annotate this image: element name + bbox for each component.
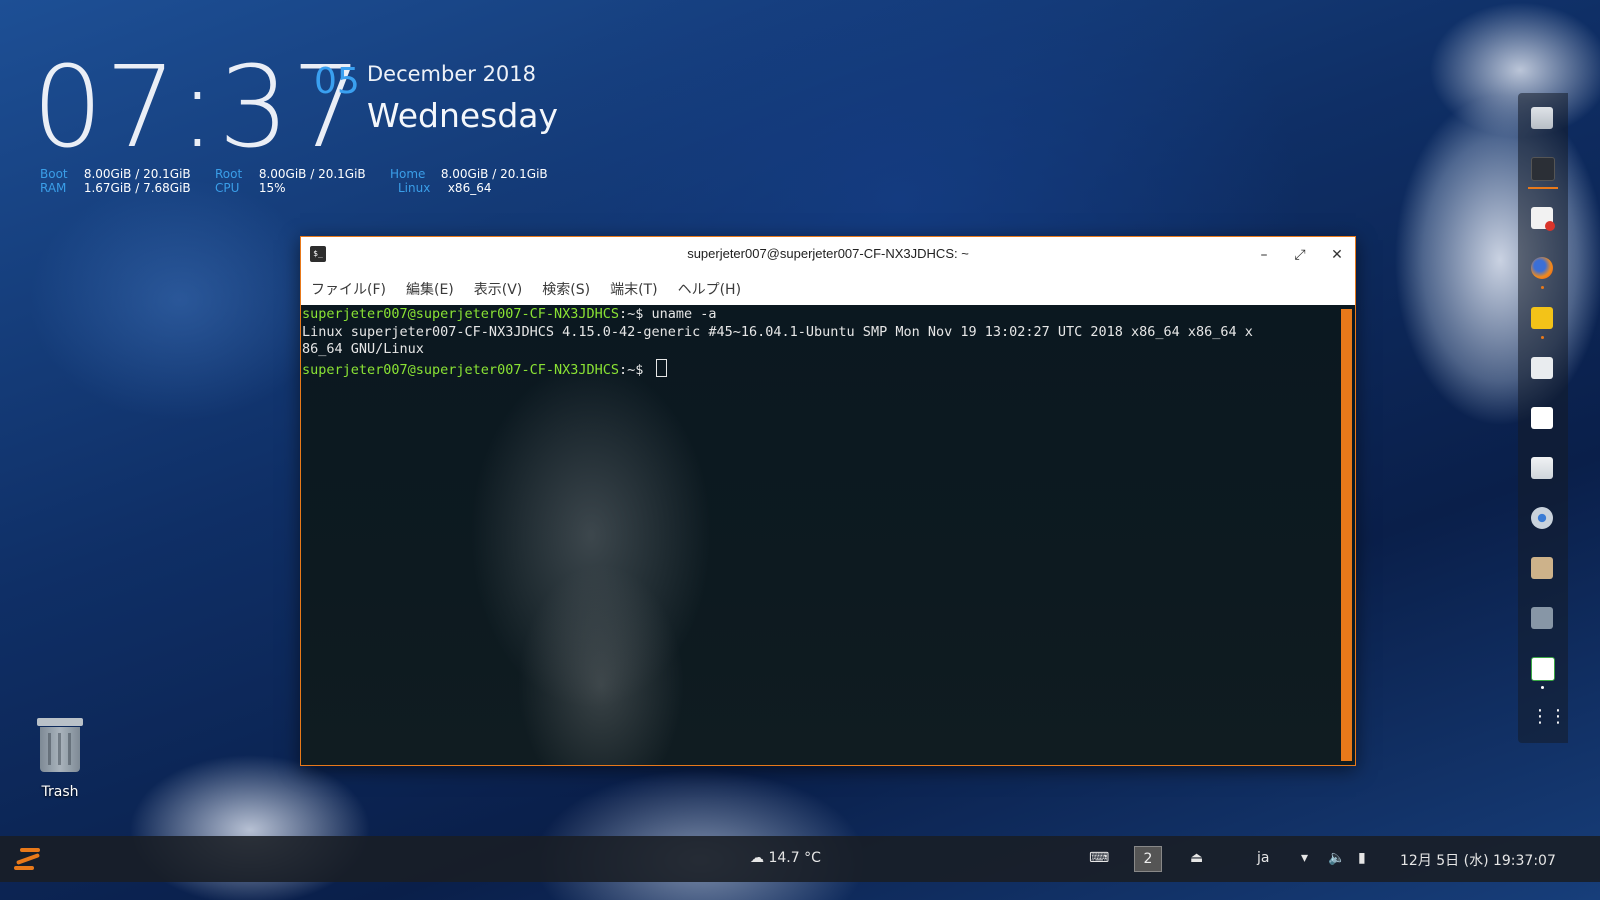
terminal-output-line: 86_64 GNU/Linux xyxy=(302,341,424,357)
stat-linux-label: Linux xyxy=(398,181,431,195)
stat-boot-value: 8.00GiB / 20.1GiB xyxy=(83,167,191,181)
weather-indicator[interactable]: ☁ 14.7 °C xyxy=(750,850,821,866)
terminal-line-prompt: superjeter007@superjeter007-CF-NX3JDHCS:… xyxy=(302,358,1334,380)
camera-app-icon[interactable] xyxy=(1531,307,1553,329)
prompt-suffix: :~$ xyxy=(618,361,652,378)
running-indicator xyxy=(1541,286,1544,289)
command-text: uname -a xyxy=(651,306,717,322)
keyboard-icon[interactable]: ⌨ xyxy=(1089,850,1109,866)
folder-icon[interactable] xyxy=(1531,557,1553,579)
weather-cloud-icon: ☁ xyxy=(750,850,764,866)
terminal-area[interactable]: superjeter007@superjeter007-CF-NX3JDHCS:… xyxy=(301,305,1355,765)
stat-root-label: Root xyxy=(215,167,243,181)
stat-home: Home 8.00GiB / 20.1GiB xyxy=(390,167,548,181)
stat-cpu: CPU 15% xyxy=(215,181,286,195)
stat-root-value: 8.00GiB / 20.1GiB xyxy=(258,167,366,181)
terminal-window[interactable]: $_ superjeter007@superjeter007-CF-NX3JDH… xyxy=(300,236,1356,766)
prompt-user-host: superjeter007@superjeter007-CF-NX3JDHCS xyxy=(302,306,619,322)
stat-ram-value: 1.67GiB / 7.68GiB xyxy=(83,181,191,195)
spreadsheet-icon[interactable] xyxy=(1531,657,1555,681)
menu-help[interactable]: ヘルプ(H) xyxy=(678,279,741,299)
terminal-line-command: superjeter007@superjeter007-CF-NX3JDHCS:… xyxy=(302,306,1334,324)
trash-desktop-icon[interactable]: Trash xyxy=(30,718,90,800)
files-icon[interactable] xyxy=(1531,107,1553,129)
terminal-scrollbar[interactable] xyxy=(1341,309,1352,761)
stat-linux: Linux x86_64 xyxy=(398,181,491,195)
stat-boot-label: Boot xyxy=(40,167,68,181)
bottom-panel: ☁ 14.7 °C ⌨ 2 ⏏ ja ▾ 🔈 ▮ 12月 5日 (水) 19:3… xyxy=(0,836,1600,882)
trash-label: Trash xyxy=(41,784,79,800)
menu-bar: ファイル(F) 編集(E) 表示(V) 検索(S) 端末(T) ヘルプ(H) xyxy=(301,273,1355,305)
screenshot-icon[interactable] xyxy=(1531,607,1553,629)
weather-temperature: 14.7 °C xyxy=(768,850,821,866)
panel-datetime[interactable]: 12月 5日 (水) 19:37:07 xyxy=(1400,850,1556,870)
text-cursor xyxy=(655,358,667,377)
zorin-menu-button[interactable] xyxy=(14,846,42,872)
running-indicator xyxy=(1541,686,1544,689)
prompt-user-host: superjeter007@superjeter007-CF-NX3JDHCS xyxy=(302,361,619,378)
minimize-button[interactable]: – xyxy=(1253,244,1275,266)
wifi-icon[interactable]: ▾ xyxy=(1301,850,1308,866)
prompt-suffix: :~$ xyxy=(618,306,652,322)
menu-view[interactable]: 表示(V) xyxy=(474,279,523,299)
stat-linux-value: x86_64 xyxy=(447,181,492,195)
stat-root: Root 8.00GiB / 20.1GiB xyxy=(215,167,366,181)
menu-search[interactable]: 検索(S) xyxy=(542,279,590,299)
workspace-switcher[interactable]: 2 xyxy=(1134,846,1162,872)
clock-month-year: December 2018 xyxy=(367,62,537,86)
window-titlebar[interactable]: $_ superjeter007@superjeter007-CF-NX3JDH… xyxy=(301,237,1355,273)
stat-home-value: 8.00GiB / 20.1GiB xyxy=(440,167,548,181)
stat-ram-label: RAM xyxy=(40,181,67,195)
calendar-icon[interactable] xyxy=(1531,357,1553,379)
input-method-indicator[interactable]: ja xyxy=(1257,850,1269,866)
menu-terminal[interactable]: 端末(T) xyxy=(610,279,657,299)
maximize-button[interactable]: ⤢ xyxy=(1289,244,1311,266)
settings-panel-icon[interactable] xyxy=(1531,457,1553,479)
firefox-icon[interactable] xyxy=(1531,257,1553,279)
clock-day: 05 xyxy=(314,61,360,102)
terminal-icon[interactable] xyxy=(1531,157,1555,181)
app-dock: ⋮⋮ xyxy=(1518,93,1568,743)
system-settings-icon[interactable] xyxy=(1531,507,1553,529)
trash-icon xyxy=(37,718,83,772)
volume-icon[interactable]: 🔈 xyxy=(1328,850,1345,866)
stat-ram: RAM 1.67GiB / 7.68GiB xyxy=(40,181,191,195)
clock-weekday: Wednesday xyxy=(367,96,559,135)
running-indicator xyxy=(1541,336,1544,339)
close-button[interactable]: ✕ xyxy=(1326,244,1348,266)
active-app-indicator xyxy=(1528,187,1558,189)
stat-cpu-value: 15% xyxy=(258,181,286,195)
eject-icon[interactable]: ⏏ xyxy=(1190,850,1203,866)
stat-home-label: Home xyxy=(390,167,426,181)
app-grid-icon[interactable]: ⋮⋮ xyxy=(1531,707,1567,729)
menu-file[interactable]: ファイル(F) xyxy=(311,279,386,299)
terminal-output-line: Linux superjeter007-CF-NX3JDHCS 4.15.0-4… xyxy=(302,323,1253,340)
battery-icon[interactable]: ▮ xyxy=(1358,850,1366,866)
stat-boot: Boot 8.00GiB / 20.1GiB xyxy=(40,167,191,181)
text-file-icon[interactable] xyxy=(1531,407,1553,429)
stat-cpu-label: CPU xyxy=(215,181,240,195)
window-title: superjeter007@superjeter007-CF-NX3JDHCS:… xyxy=(687,246,969,261)
menu-edit[interactable]: 編集(E) xyxy=(406,279,454,299)
document-viewer-icon[interactable] xyxy=(1531,207,1555,231)
